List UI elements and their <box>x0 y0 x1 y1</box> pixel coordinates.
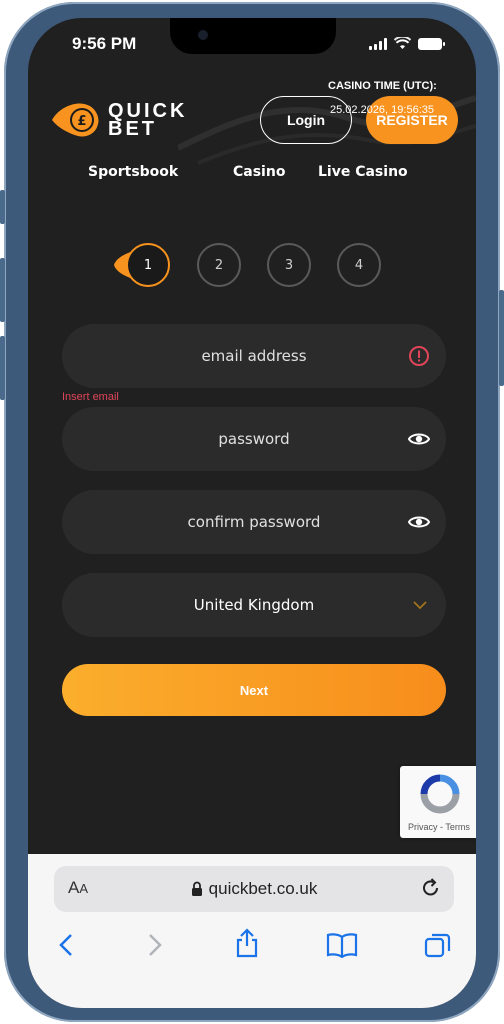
confirm-password-field[interactable] <box>62 490 446 554</box>
tabs-icon[interactable] <box>424 932 452 960</box>
error-icon <box>409 346 429 366</box>
nav-sportsbook[interactable]: Sportsbook <box>88 164 178 180</box>
eye-icon[interactable] <box>408 428 430 450</box>
battery-icon <box>418 37 445 50</box>
step-3: 3 <box>267 243 311 287</box>
country-select-value: United Kingdom <box>193 596 315 614</box>
nav-casino[interactable]: Casino <box>233 164 285 180</box>
chevron-down-icon <box>413 601 427 610</box>
logo-text: QUICK BET <box>108 101 187 140</box>
password-input[interactable] <box>124 430 384 448</box>
confirm-password-input[interactable] <box>124 513 384 531</box>
safari-toolbar <box>28 928 476 972</box>
url-text[interactable]: quickbet.co.uk <box>54 879 454 899</box>
recaptcha-icon <box>420 774 460 814</box>
svg-text:£: £ <box>77 114 86 129</box>
status-icons <box>369 37 445 50</box>
step-2: 2 <box>197 243 241 287</box>
casino-time-label: CASINO TIME (UTC): <box>328 80 437 92</box>
step-4: 4 <box>337 243 381 287</box>
nav-live-casino[interactable]: Live Casino <box>318 164 408 180</box>
email-input[interactable] <box>124 347 384 365</box>
forward-icon[interactable] <box>143 932 165 958</box>
share-icon[interactable] <box>234 928 260 958</box>
back-icon[interactable] <box>56 932 78 958</box>
status-time: 9:56 PM <box>72 34 137 53</box>
notch <box>170 18 336 54</box>
phone-power-button <box>499 290 504 386</box>
signal-icon <box>369 37 387 50</box>
address-bar[interactable]: AA quickbet.co.uk <box>54 866 454 912</box>
phone-volume-up <box>0 258 5 322</box>
wifi-icon <box>394 37 411 49</box>
quickbet-logo[interactable]: £ QUICK BET <box>50 100 187 140</box>
eye-icon[interactable] <box>408 511 430 533</box>
recaptcha-links[interactable]: Privacy - Terms <box>408 822 470 832</box>
email-error-text: Insert email <box>62 391 119 403</box>
logo-line2: BET <box>108 118 157 140</box>
password-field[interactable] <box>62 407 446 471</box>
url-value: quickbet.co.uk <box>208 879 318 898</box>
camera-icon <box>198 30 208 40</box>
country-select[interactable]: United Kingdom <box>62 573 446 637</box>
safari-browser-bar: AA quickbet.co.uk <box>28 854 476 1008</box>
email-field[interactable] <box>62 324 446 388</box>
casino-time-value: 25.02.2026, 19:56:35 <box>330 104 434 116</box>
step-1: 1 <box>126 243 170 287</box>
lock-icon <box>191 881 202 896</box>
phone-screen: 9:56 PM £ QUICK BET CASINO TIME (UTC): L… <box>28 18 476 1008</box>
reload-icon[interactable] <box>420 877 442 899</box>
bookmarks-icon[interactable] <box>326 932 358 958</box>
phone-volume-down <box>0 336 5 400</box>
next-button[interactable]: Next <box>62 664 446 716</box>
phone-side-button <box>0 190 5 224</box>
recaptcha-badge[interactable]: Privacy - Terms <box>400 766 476 838</box>
logo-flame-icon: £ <box>52 103 99 137</box>
